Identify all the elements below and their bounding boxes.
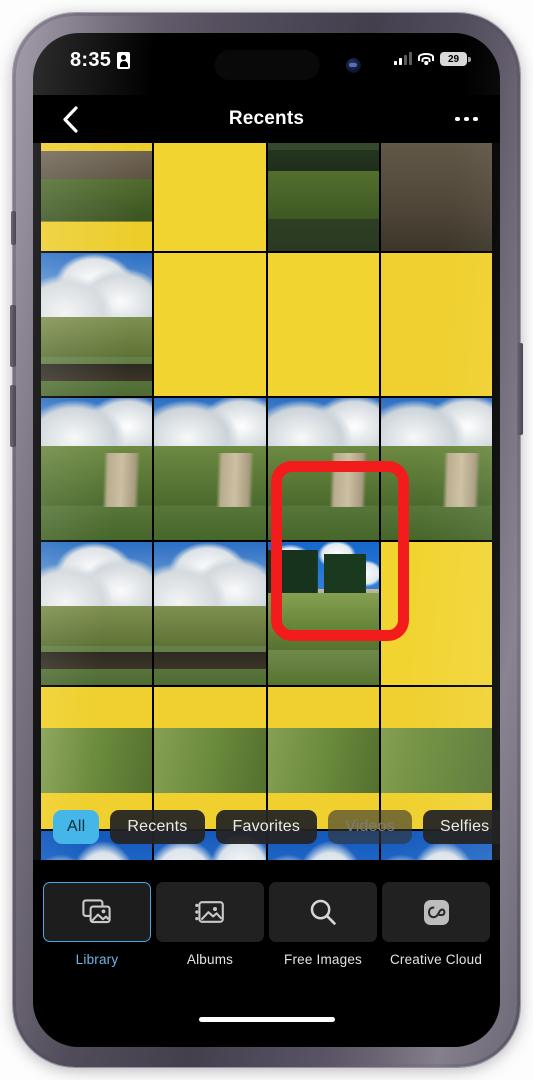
photo-thumb-wildflowers-3[interactable]: [380, 253, 492, 396]
back-button[interactable]: [55, 104, 85, 134]
status-bar-clock: 8:35: [70, 49, 112, 71]
camera-lens-icon: [345, 58, 361, 73]
photo-thumb-hillside-pines[interactable]: [41, 253, 153, 396]
photo-thumbnail-image: [41, 143, 153, 252]
tab-label: Free Images: [284, 952, 362, 967]
photo-thumb-meadow-path-2[interactable]: [267, 397, 379, 541]
photo-thumbnail-image: [380, 253, 492, 396]
bottom-tab-bar: Library Albums Free Images Creative Cloud: [33, 860, 500, 1047]
dynamic-island: [214, 50, 319, 80]
photo-thumb-pine-trees-selected[interactable]: [267, 542, 379, 685]
phone-screen: 8:35 29 Recents All Recents Favorites Vi…: [33, 33, 500, 1047]
filter-chip-row[interactable]: All Recents Favorites Videos Selfies: [33, 806, 500, 848]
photo-thumb-dirt-road[interactable]: [380, 397, 492, 541]
filter-chip-recents[interactable]: Recents: [110, 810, 205, 844]
status-bar-right: 29: [394, 52, 471, 66]
photo-thumbnail-image: [154, 542, 266, 685]
photo-thumbnail-image: [380, 542, 492, 685]
filter-chip-videos: Videos: [328, 810, 412, 844]
photo-thumbnail-image: [41, 542, 153, 685]
photo-thumbnail-image: [267, 542, 379, 685]
phone-frame: 8:35 29 Recents All Recents Favorites Vi…: [10, 13, 523, 1067]
tab-free-images[interactable]: Free Images: [269, 882, 377, 967]
photo-thumbnail-image: [267, 143, 379, 252]
photo-thumbnail-image: [154, 143, 266, 252]
photo-thumb-meadow-path-1[interactable]: [154, 397, 266, 541]
ellipsis-dot: [464, 116, 469, 122]
wifi-icon: [418, 53, 434, 65]
chevron-left-icon: [63, 105, 78, 133]
photo-thumbnail-image: [41, 397, 153, 541]
photo-grid-scroll-area[interactable]: [33, 143, 500, 878]
more-options-button[interactable]: [455, 116, 478, 122]
photo-thumb-hill-slope[interactable]: [41, 143, 153, 252]
photo-thumbnail-image: [154, 253, 266, 396]
tab-label: Albums: [186, 952, 234, 967]
photo-thumbnail-image: [41, 253, 153, 396]
silent-switch[interactable]: [11, 211, 16, 245]
cellular-signal-icon: [394, 52, 412, 65]
tab-label: Library: [75, 952, 119, 967]
volume-up-button[interactable]: [10, 305, 16, 367]
photo-thumb-dirt-ridge[interactable]: [380, 143, 492, 252]
person-badge-icon: [117, 52, 131, 69]
home-indicator: [198, 1016, 335, 1022]
navigation-bar: Recents: [33, 95, 500, 143]
photo-thumb-flower-field[interactable]: [380, 542, 492, 685]
photo-album-icon: [156, 882, 264, 942]
filter-chip-favorites[interactable]: Favorites: [215, 810, 318, 844]
photo-thumb-wildflowers-2[interactable]: [267, 253, 379, 396]
photo-thumb-green-leaves[interactable]: [154, 143, 266, 252]
battery-indicator: 29: [440, 52, 471, 66]
search-icon: [269, 882, 377, 942]
photo-thumb-meadow-edge[interactable]: [267, 143, 379, 252]
photo-thumbnail-image: [380, 143, 492, 252]
filter-chip-all[interactable]: All: [53, 810, 100, 844]
creative-cloud-icon: [382, 882, 490, 942]
photo-thumbnail-image: [380, 397, 492, 541]
photo-thumbnail-image: [267, 253, 379, 396]
ellipsis-dot: [473, 116, 478, 122]
photo-grid: [41, 143, 492, 878]
photo-thumb-valley-clouds[interactable]: [41, 397, 153, 541]
power-button[interactable]: [517, 343, 523, 435]
photo-thumb-meadow-sky-1[interactable]: [41, 542, 153, 685]
photo-thumb-meadow-sky-2[interactable]: [154, 542, 266, 685]
tab-library[interactable]: Library: [43, 882, 151, 967]
tab-creative-cloud[interactable]: Creative Cloud: [382, 882, 490, 967]
volume-down-button[interactable]: [10, 385, 16, 447]
photo-thumb-wildflowers-1[interactable]: [154, 253, 266, 396]
ellipsis-dot: [455, 116, 460, 122]
tab-label: Creative Cloud: [389, 952, 483, 967]
photo-thumbnail-image: [154, 397, 266, 541]
photo-stack-icon: [43, 882, 151, 942]
tab-albums[interactable]: Albums: [156, 882, 264, 967]
status-bar-left: 8:35: [70, 49, 131, 72]
photo-thumbnail-image: [267, 397, 379, 541]
screenshot-stage: 8:35 29 Recents All Recents Favorites Vi…: [0, 0, 533, 1080]
filter-chip-selfies[interactable]: Selfies: [422, 810, 500, 844]
page-title: Recents: [228, 108, 305, 129]
